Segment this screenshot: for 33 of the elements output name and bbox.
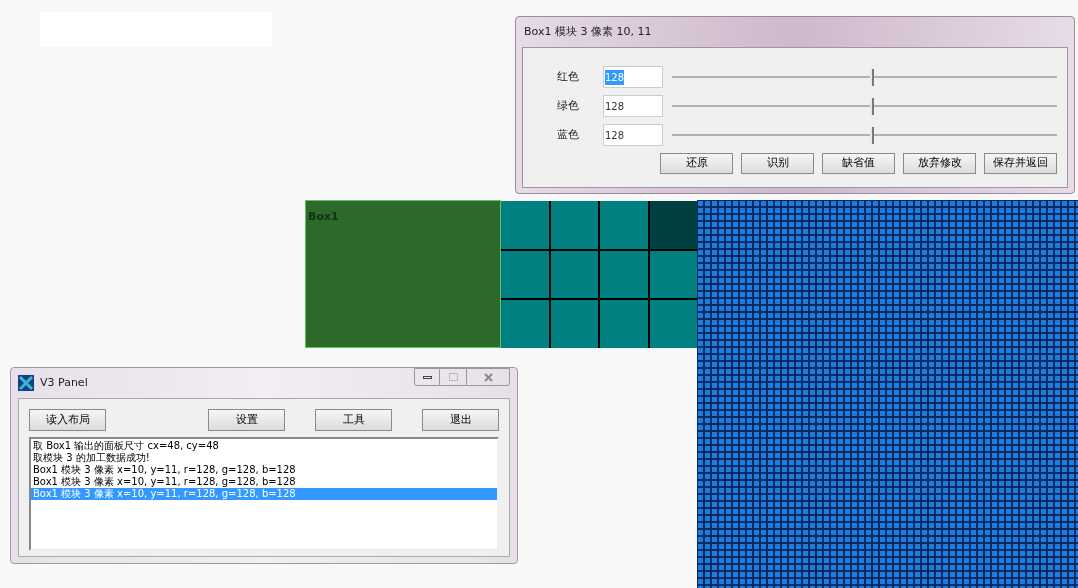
panel-button[interactable]: 读入布局 xyxy=(29,409,106,431)
slider-thumb[interactable] xyxy=(870,98,875,115)
channel-label: 绿色 xyxy=(556,97,580,114)
panel-button[interactable]: 工具 xyxy=(315,409,392,431)
slider-track[interactable] xyxy=(672,126,1057,144)
dialog-button[interactable]: 缺省值 xyxy=(822,153,895,174)
close-icon xyxy=(483,372,493,382)
dialog-button[interactable]: 保存并返回 xyxy=(984,153,1057,174)
panel-button[interactable]: 退出 xyxy=(422,409,499,431)
dialog-button[interactable]: 识别 xyxy=(741,153,814,174)
field-value: 128 xyxy=(605,128,625,143)
log-entry[interactable]: Box1 模块 3 像素 x=10, y=11, r=128, g=128, b=128 xyxy=(31,464,497,476)
log-entry[interactable]: Box1 模块 3 像素 x=10, y=11, r=128, g=128, b=128 xyxy=(31,476,497,488)
dialog-button[interactable]: 放弃修改 xyxy=(903,153,976,174)
value-field[interactable]: 128 xyxy=(603,95,663,117)
minimize-button[interactable] xyxy=(414,368,440,386)
app-icon xyxy=(18,375,34,391)
slider-track[interactable] xyxy=(672,97,1057,115)
field-value: 128 xyxy=(605,69,625,85)
dialog-button[interactable]: 还原 xyxy=(660,153,733,174)
channel-label: 红色 xyxy=(556,68,580,85)
channel-label: 蓝色 xyxy=(556,126,580,143)
slider-thumb[interactable] xyxy=(870,127,875,144)
window-title: Box1 模块 3 像素 10, 11 xyxy=(524,23,652,40)
panel-button[interactable]: 设置 xyxy=(208,409,285,431)
log-entry[interactable]: 取 Box1 输出的面板尺寸 cx=48, cy=48 xyxy=(31,440,497,452)
close-button[interactable] xyxy=(466,368,510,386)
slider-track[interactable] xyxy=(672,68,1057,86)
field-value: 128 xyxy=(605,99,625,114)
slider-thumb[interactable] xyxy=(870,69,875,86)
value-field[interactable]: 128 xyxy=(603,124,663,146)
log-entry[interactable]: 取模块 3 的加工数据成功! xyxy=(31,452,497,464)
window-title: V3 Panel xyxy=(40,374,88,391)
